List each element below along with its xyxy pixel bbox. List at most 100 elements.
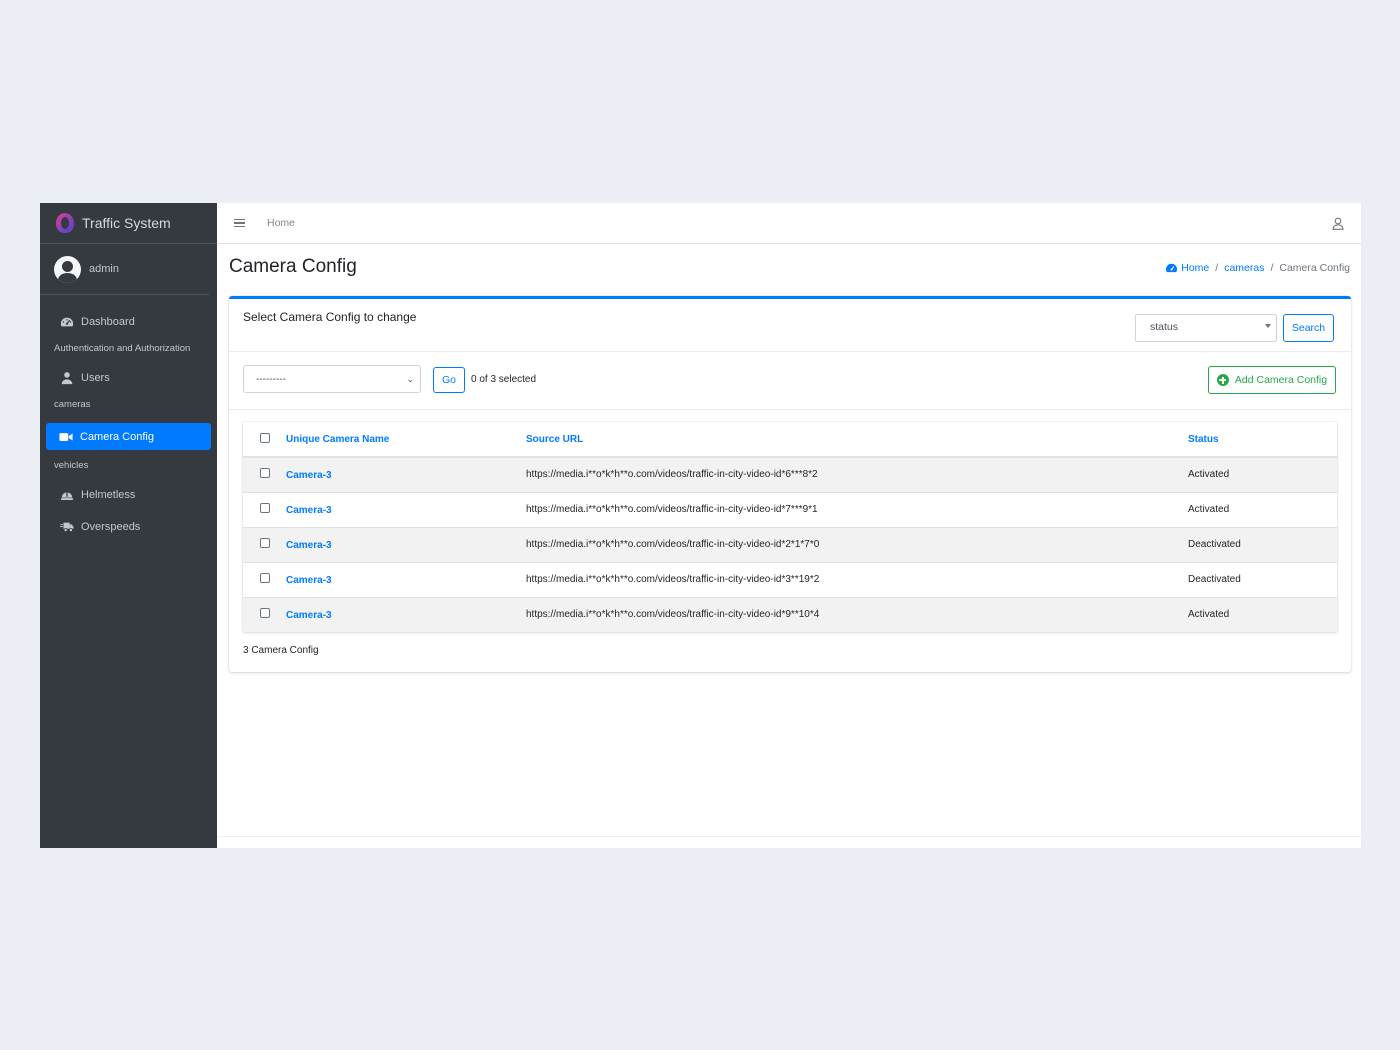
table-row: Camera-3 https://media.i**o*k*h**o.com/v… <box>243 456 1337 492</box>
page-title: Camera Config <box>229 256 357 277</box>
column-header-status[interactable]: Status <box>1188 422 1337 458</box>
source-url-cell: https://media.i**o*k*h**o.com/videos/tra… <box>526 491 1188 527</box>
source-url-cell: https://media.i**o*k*h**o.com/videos/tra… <box>526 526 1188 562</box>
sidebar-item-overspeeds[interactable]: Overspeeds <box>40 516 217 538</box>
row-check-cell <box>243 526 286 562</box>
status-cell: Activated <box>1188 596 1337 632</box>
breadcrumb-separator: / <box>1270 262 1274 274</box>
chevron-down-icon: ⌄ <box>406 374 414 384</box>
row-checkbox[interactable] <box>260 538 270 548</box>
table-row: Camera-3 https://media.i**o*k*h**o.com/v… <box>243 561 1337 597</box>
row-check-cell <box>243 596 286 632</box>
sidebar-nav: Dashboard Authentication and Authorizati… <box>40 295 217 538</box>
action-select[interactable]: --------- ⌄ <box>243 365 421 393</box>
select-all-checkbox[interactable] <box>260 432 270 443</box>
row-checkbox[interactable] <box>260 608 270 619</box>
results-table-wrapper: Unique Camera Name Source URL Status Cam… <box>243 422 1337 632</box>
add-button-label: Add Camera Config <box>1234 374 1328 386</box>
sidebar-item-label: Helmetless <box>81 489 136 501</box>
breadcrumb-cameras[interactable]: cameras <box>1224 262 1264 274</box>
dashboard-icon <box>1166 263 1178 272</box>
sidebar-item-users[interactable]: Users <box>40 367 217 389</box>
search-field-select[interactable]: status <box>1135 314 1277 342</box>
breadcrumb: Home / cameras / Camera Config <box>1165 262 1350 274</box>
source-url-cell: https://media.i**o*k*h**o.com/videos/tra… <box>526 456 1188 492</box>
changelist-card: Select Camera Config to change status Se… <box>229 296 1351 672</box>
breadcrumb-current: Camera Config <box>1279 262 1350 274</box>
card-header: Select Camera Config to change status Se… <box>229 299 1351 352</box>
actions-row: --------- ⌄ Go 0 of 3 selected Add Camer… <box>229 352 1351 410</box>
camera-name-link[interactable]: Camera-3 <box>286 610 332 621</box>
camera-name-link[interactable]: Camera-3 <box>286 540 332 551</box>
breadcrumb-home[interactable]: Home <box>1165 262 1209 274</box>
sidebar: Traffic System admin Dashboard Authentic… <box>40 203 217 848</box>
column-header-name[interactable]: Unique Camera Name <box>286 422 526 458</box>
column-header-url[interactable]: Source URL <box>526 422 1188 458</box>
sidebar-item-label: Camera Config <box>80 430 154 443</box>
result-count: 3 Camera Config <box>243 645 319 656</box>
admin-app: Traffic System admin Dashboard Authentic… <box>40 203 1361 848</box>
table-row: Camera-3 https://media.i**o*k*h**o.com/v… <box>243 526 1337 562</box>
camera-name-link[interactable]: Camera-3 <box>286 505 332 516</box>
selected-count: 0 of 3 selected <box>471 374 537 385</box>
sidebar-header-cameras: cameras <box>54 399 91 410</box>
camera-name-cell: Camera-3 <box>286 526 526 562</box>
dashboard-icon <box>60 317 74 327</box>
table-header-row: Unique Camera Name Source URL Status <box>243 422 1337 458</box>
results-table: Unique Camera Name Source URL Status Cam… <box>243 422 1337 632</box>
row-check-cell <box>243 456 286 492</box>
sidebar-item-label: Overspeeds <box>81 521 141 533</box>
row-checkbox[interactable] <box>260 573 270 583</box>
add-camera-config-button[interactable]: Add Camera Config <box>1208 366 1336 394</box>
status-cell: Activated <box>1188 491 1337 527</box>
row-checkbox[interactable] <box>260 468 270 479</box>
sidebar-item-helmetless[interactable]: Helmetless <box>40 484 217 506</box>
table-row: Camera-3 https://media.i**o*k*h**o.com/v… <box>243 596 1337 632</box>
avatar-icon <box>54 255 81 283</box>
card-title: Select Camera Config to change <box>243 310 417 324</box>
status-cell: Deactivated <box>1188 561 1337 597</box>
camera-name-link[interactable]: Camera-3 <box>286 470 332 481</box>
truck-speed-icon <box>60 522 74 532</box>
footer-divider <box>217 836 1361 837</box>
sidebar-item-camera-config[interactable]: Camera Config <box>46 423 211 450</box>
select-all-cell <box>243 422 286 458</box>
camera-name-cell: Camera-3 <box>286 491 526 527</box>
source-url-cell: https://media.i**o*k*h**o.com/videos/tra… <box>526 596 1188 632</box>
status-cell: Activated <box>1188 456 1337 492</box>
search-field-value: status <box>1150 321 1179 333</box>
camera-name-cell: Camera-3 <box>286 561 526 597</box>
sidebar-header-auth: Authentication and Authorization <box>54 343 191 354</box>
search-button[interactable]: Search <box>1283 314 1334 342</box>
status-cell: Deactivated <box>1188 526 1337 562</box>
breadcrumb-separator: / <box>1215 262 1219 274</box>
go-button[interactable]: Go <box>433 367 465 393</box>
camera-name-link[interactable]: Camera-3 <box>286 575 332 586</box>
row-check-cell <box>243 491 286 527</box>
user-icon <box>61 372 73 385</box>
source-url-cell: https://media.i**o*k*h**o.com/videos/tra… <box>526 561 1188 597</box>
video-camera-icon <box>59 432 73 441</box>
top-navbar: Home <box>217 203 1361 244</box>
top-home-link[interactable]: Home <box>267 217 295 229</box>
menu-toggle-icon[interactable] <box>234 218 245 228</box>
camera-name-cell: Camera-3 <box>286 596 526 632</box>
main-content: Camera Config Home / cameras / Camera Co… <box>217 244 1361 848</box>
caret-down-icon <box>1265 324 1271 328</box>
brand-link[interactable]: Traffic System <box>40 203 217 244</box>
sidebar-item-label: Users <box>81 372 110 384</box>
brand-name: Traffic System <box>82 215 171 231</box>
helmet-icon <box>60 491 74 500</box>
sidebar-header-vehicles: vehicles <box>54 460 89 471</box>
plus-circle-icon <box>1216 374 1229 386</box>
brand-logo-icon <box>54 212 76 234</box>
user-name: admin <box>89 263 119 275</box>
user-panel[interactable]: admin <box>40 244 209 295</box>
action-select-value: --------- <box>256 374 286 385</box>
user-account-icon[interactable] <box>1332 217 1344 230</box>
row-check-cell <box>243 561 286 597</box>
sidebar-item-dashboard[interactable]: Dashboard <box>40 311 217 333</box>
breadcrumb-home-label: Home <box>1181 262 1210 274</box>
camera-name-cell: Camera-3 <box>286 456 526 492</box>
row-checkbox[interactable] <box>260 503 270 513</box>
